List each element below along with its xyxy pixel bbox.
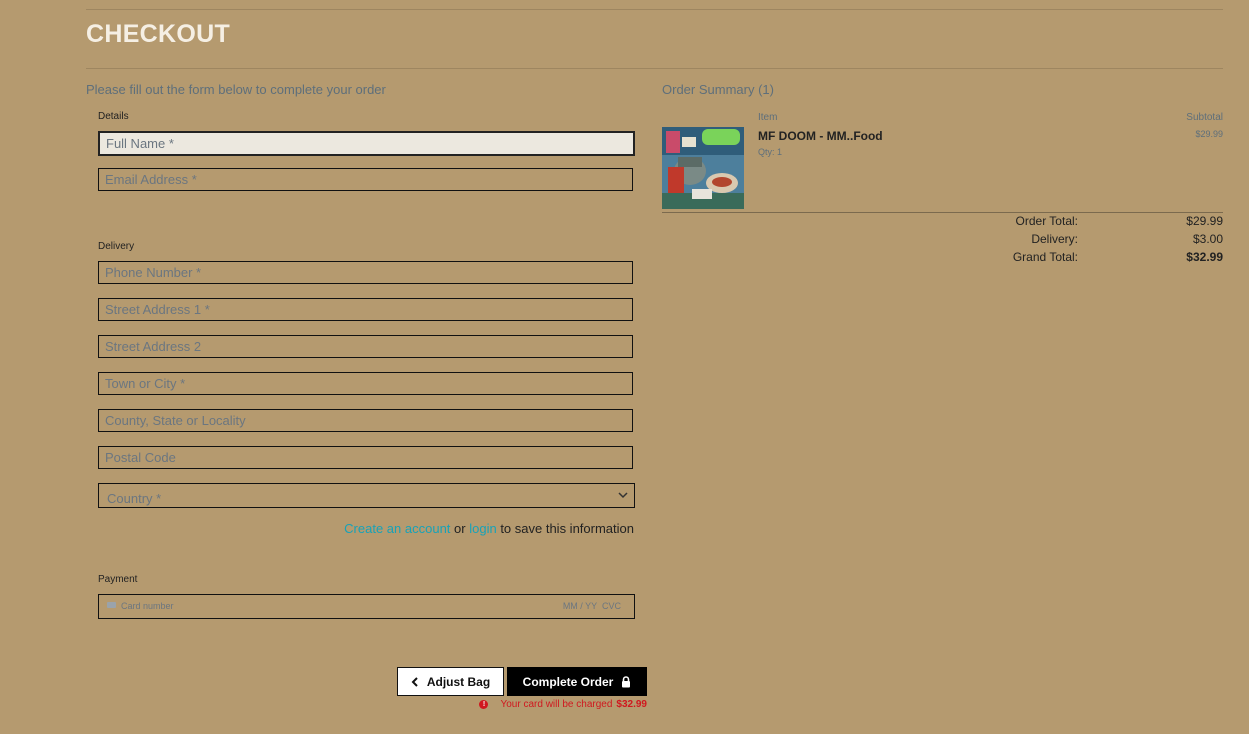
email-input[interactable] <box>98 168 633 191</box>
delivery-label: Delivery <box>98 241 135 252</box>
product-name[interactable]: MF DOOM - MM..Food <box>758 129 883 143</box>
payment-label: Payment <box>98 574 138 585</box>
order-summary-title: Order Summary (1) <box>662 82 774 97</box>
form-intro: Please fill out the form below to comple… <box>86 82 386 97</box>
save-info-line: Create an account or login to save this … <box>344 521 634 536</box>
credit-card-icon <box>107 602 116 608</box>
product-thumbnail[interactable] <box>662 127 744 209</box>
details-label: Details <box>98 111 129 122</box>
product-qty: Qty: 1 <box>758 147 783 157</box>
exclamation-circle-icon: ! <box>479 700 489 709</box>
charge-amount: $32.99 <box>616 699 647 710</box>
totals-divider <box>662 212 1223 213</box>
lock-icon <box>622 675 631 687</box>
charge-notice: ! Your card will be charged $32.99 <box>479 699 647 710</box>
county-input[interactable] <box>98 409 633 432</box>
grand-total-value: $32.99 <box>1186 250 1223 264</box>
product-subtotal: $29.99 <box>1195 129 1223 139</box>
complete-order-button[interactable]: Complete Order <box>507 667 647 696</box>
delivery-value: $3.00 <box>1192 232 1223 246</box>
create-account-link[interactable]: Create an account <box>344 521 450 536</box>
order-total-label: Order Total: <box>1015 214 1078 228</box>
phone-input[interactable] <box>98 261 633 284</box>
login-link[interactable]: login <box>469 521 496 536</box>
page-title: CHECKOUT <box>86 20 231 48</box>
chevron-left-icon <box>411 676 418 687</box>
street-address-1-input[interactable] <box>98 298 633 321</box>
country-select[interactable]: Country * <box>98 483 635 508</box>
title-divider <box>86 68 1223 69</box>
charge-text: Your card will be charged <box>500 699 613 710</box>
order-total-value: $29.99 <box>1186 214 1223 228</box>
top-divider <box>86 9 1223 10</box>
card-number-input[interactable]: Card number MM / YY CVC <box>98 594 635 619</box>
country-select-value: Country * <box>107 491 162 506</box>
street-address-2-input[interactable] <box>98 335 633 358</box>
delivery-label-summary: Delivery: <box>1031 232 1078 246</box>
adjust-bag-label: Adjust Bag <box>426 674 491 689</box>
adjust-bag-button[interactable]: Adjust Bag <box>397 667 504 696</box>
full-name-input[interactable] <box>98 131 635 156</box>
item-column-header: Item <box>758 112 778 123</box>
chevron-down-icon <box>618 492 628 499</box>
card-number-placeholder: Card number <box>121 601 174 611</box>
complete-order-label: Complete Order <box>522 674 614 689</box>
grand-total-label: Grand Total: <box>1012 250 1078 264</box>
save-or-text: or <box>454 521 466 536</box>
save-suffix-text: to save this information <box>500 521 634 536</box>
album-art-image <box>662 127 744 209</box>
subtotal-column-header: Subtotal <box>1186 112 1223 123</box>
expiry-cvc-placeholder: MM / YY CVC <box>562 601 621 611</box>
town-city-input[interactable] <box>98 372 633 395</box>
postal-code-input[interactable] <box>98 446 633 469</box>
